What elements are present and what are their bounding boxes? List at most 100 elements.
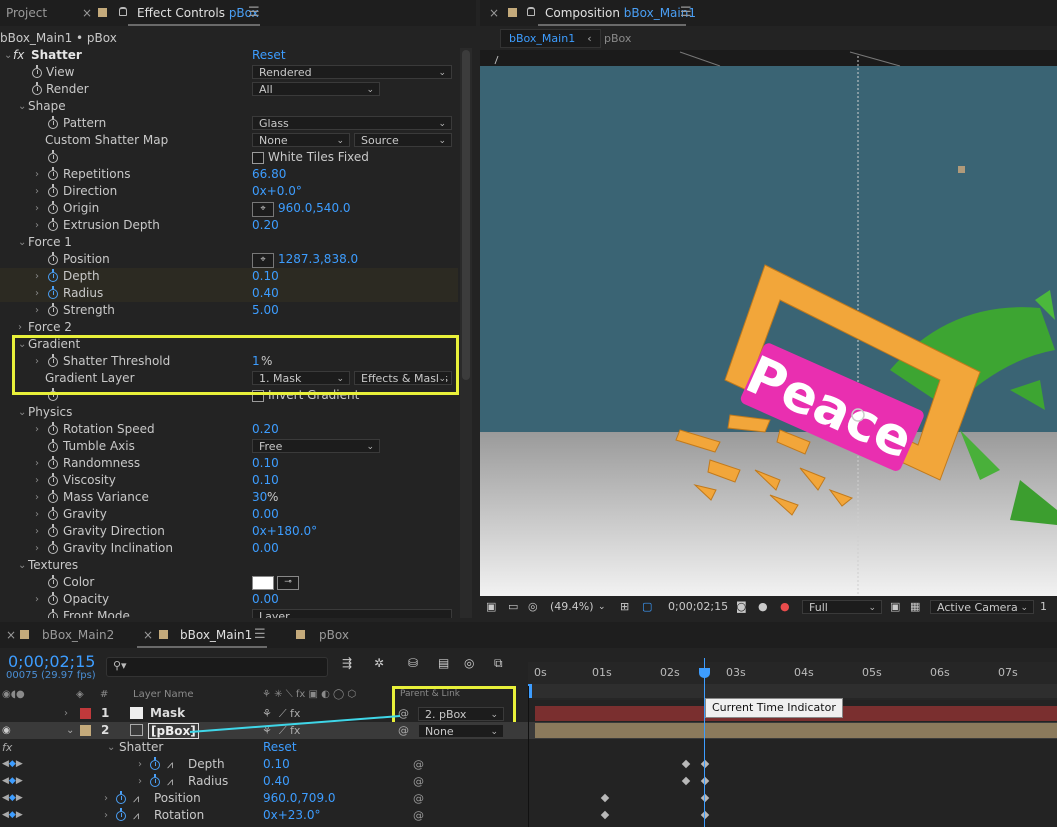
collapse-arrow-icon[interactable]: ⌄ [18, 98, 26, 115]
transparency-grid-icon[interactable]: ▦ [910, 596, 920, 618]
panel-menu-icon[interactable]: ☰ [254, 622, 266, 648]
gravity-inclination-value[interactable]: 0.00 [252, 540, 279, 557]
expand-arrow-icon[interactable]: › [35, 523, 39, 540]
shatter-reset-button[interactable]: Reset [263, 739, 297, 756]
eyedropper-icon[interactable]: ⊸ [277, 576, 299, 590]
force2-group-row[interactable]: › Force 2 [0, 319, 458, 336]
crosshair-icon[interactable]: ⌖ [252, 202, 274, 217]
expand-arrow-icon[interactable]: › [35, 200, 39, 217]
tab-bbox-main1[interactable]: bBox_Main1 [180, 622, 252, 648]
viscosity-value[interactable]: 0.10 [252, 472, 279, 489]
pattern-dropdown[interactable]: Glass ⌄ [252, 116, 452, 130]
stopwatch-icon[interactable] [48, 184, 58, 197]
fx-icon[interactable]: fx [13, 47, 24, 64]
expand-arrow-icon[interactable]: › [104, 790, 108, 807]
tab-project[interactable]: Project [6, 0, 47, 26]
custom-map-source-dropdown[interactable]: Source ⌄ [354, 133, 452, 147]
camera-dropdown[interactable]: Active Camera ⌄ [930, 600, 1034, 614]
expand-arrow-icon[interactable]: › [35, 540, 39, 557]
expand-arrow-icon[interactable]: › [35, 302, 39, 319]
close-icon[interactable]: × [489, 0, 499, 26]
current-time-indicator-head[interactable] [699, 668, 710, 678]
tumble-axis-dropdown[interactable]: Free ⌄ [252, 439, 380, 453]
shape-group-row[interactable]: ⌄ Shape [0, 98, 458, 115]
channel-icon[interactable]: ● [780, 596, 790, 618]
comp-flowchart-icon[interactable]: ⇶ [342, 656, 352, 670]
crosshair-icon[interactable]: ⌖ [252, 253, 274, 268]
keyframe-nav-icon[interactable]: ◀◆▶ [2, 773, 23, 790]
panel-menu-icon[interactable]: ☰ [248, 0, 260, 26]
timeline-search-input[interactable]: ⚲▾ [106, 657, 328, 677]
close-icon[interactable]: × [143, 622, 153, 648]
keyframe-nav-icon[interactable]: ◀◆▶ [2, 790, 23, 807]
stopwatch-icon[interactable] [32, 82, 42, 95]
stopwatch-icon[interactable] [48, 473, 58, 486]
strength-value[interactable]: 5.00 [252, 302, 279, 319]
stopwatch-icon[interactable] [48, 150, 58, 163]
position-value[interactable]: 1287.3,838.0 [278, 251, 358, 268]
stopwatch-icon[interactable] [48, 507, 58, 520]
motion-blur-icon[interactable]: ◎ [464, 656, 474, 670]
depth-value[interactable]: 0.10 [252, 268, 279, 285]
lock-icon[interactable] [119, 7, 127, 16]
extrusion-value[interactable]: 0.20 [252, 217, 279, 234]
fx-icon[interactable]: fx [2, 739, 12, 756]
mask-icon[interactable]: ◎ [528, 596, 538, 618]
tab-composition[interactable]: Composition bBox_Main1 [545, 0, 696, 26]
graph-editor-icon[interactable]: ⧉ [494, 656, 503, 671]
region-icon[interactable]: ▢ [642, 596, 652, 618]
panel-menu-icon[interactable]: ☰ [680, 0, 692, 26]
snapshot-icon[interactable]: ◙ [736, 596, 747, 618]
opacity-value[interactable]: 0.00 [252, 591, 279, 608]
stopwatch-icon[interactable] [48, 456, 58, 469]
collapse-arrow-icon[interactable]: ⌄ [66, 722, 74, 739]
layer-color-label[interactable] [80, 708, 91, 719]
stopwatch-icon[interactable] [48, 439, 58, 452]
frame-blend-icon[interactable]: ▤ [438, 656, 449, 670]
stopwatch-active-icon[interactable] [116, 808, 126, 821]
stopwatch-icon[interactable] [48, 201, 58, 214]
expression-pickwhip-icon[interactable]: @ [413, 773, 424, 790]
show-snapshot-icon[interactable]: ● [758, 596, 768, 618]
expand-arrow-icon[interactable]: › [35, 472, 39, 489]
expand-arrow-icon[interactable]: › [138, 773, 142, 790]
always-preview-icon[interactable]: ▣ [486, 596, 496, 618]
white-tiles-checkbox[interactable] [252, 152, 264, 164]
reset-button[interactable]: Reset [252, 47, 286, 64]
radius-value[interactable]: 0.40 [252, 285, 279, 302]
breadcrumb-comp[interactable]: bBox_Main1 ‹ [500, 29, 601, 48]
stopwatch-icon[interactable] [48, 609, 58, 618]
close-icon[interactable]: × [82, 0, 92, 26]
expand-arrow-icon[interactable]: › [64, 705, 68, 722]
force1-group-row[interactable]: ⌄ Force 1 [0, 234, 458, 251]
composition-canvas[interactable]: Peace [480, 50, 1057, 596]
expand-arrow-icon[interactable]: › [35, 421, 39, 438]
stopwatch-icon[interactable] [48, 218, 58, 231]
stopwatch-icon[interactable] [48, 252, 58, 265]
expand-arrow-icon[interactable]: › [35, 489, 39, 506]
shy-icon[interactable]: ⛁ [408, 656, 418, 670]
stopwatch-active-icon[interactable] [48, 286, 58, 299]
expression-pickwhip-icon[interactable]: @ [413, 790, 424, 807]
expand-arrow-icon[interactable]: › [35, 506, 39, 523]
front-mode-dropdown[interactable]: Layer [252, 609, 452, 618]
breadcrumb-layer[interactable]: pBox [604, 30, 631, 47]
stopwatch-icon[interactable] [48, 167, 58, 180]
expand-arrow-icon[interactable]: › [18, 319, 22, 336]
resolution-dropdown[interactable]: Full ⌄ [802, 600, 882, 614]
monitor-icon[interactable]: ▭ [508, 596, 518, 618]
graph-icon[interactable]: ⩘ [133, 807, 139, 824]
collapse-arrow-icon[interactable]: ⌄ [4, 47, 12, 64]
origin-value[interactable]: 960.0,540.0 [278, 200, 351, 217]
layer-color-label[interactable] [80, 725, 91, 736]
prop-value[interactable]: 0.10 [263, 756, 290, 773]
close-icon[interactable]: × [6, 622, 16, 648]
expand-arrow-icon[interactable]: › [138, 756, 142, 773]
tab-effect-controls[interactable]: Effect Controls pBox [137, 0, 259, 26]
prop-value[interactable]: 960.0,709.0 [263, 790, 336, 807]
expand-arrow-icon[interactable]: › [35, 217, 39, 234]
gravity-direction-value[interactable]: 0x+180.0° [252, 523, 317, 540]
randomness-value[interactable]: 0.10 [252, 455, 279, 472]
expand-arrow-icon[interactable]: › [35, 591, 39, 608]
eye-icon[interactable]: ◉ [2, 722, 11, 739]
